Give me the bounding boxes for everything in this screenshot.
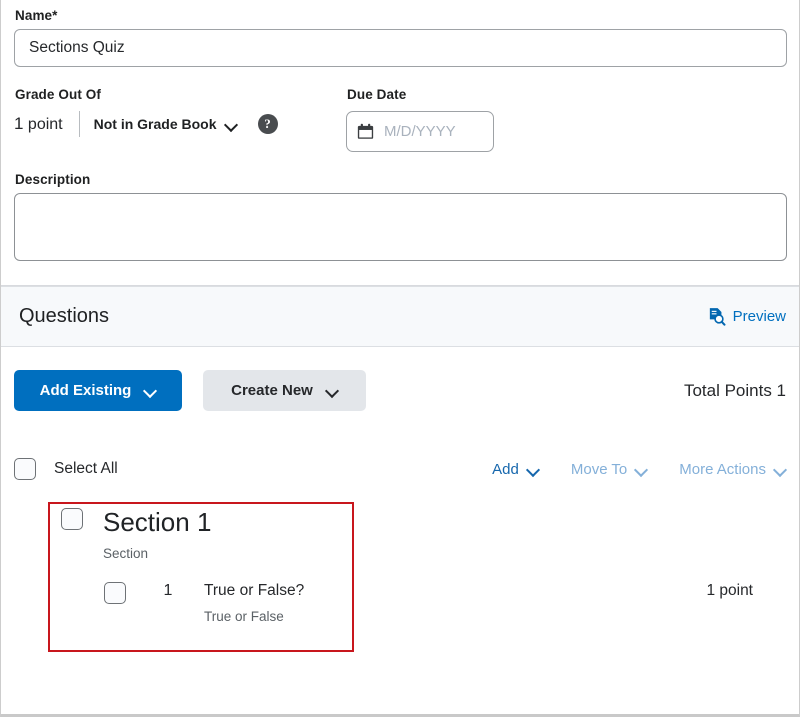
preview-label: Preview bbox=[732, 308, 786, 325]
questions-title: Questions bbox=[19, 305, 110, 327]
quiz-editor-page: Name* Sections Quiz Grade Out Of 1 point… bbox=[0, 0, 800, 717]
description-label: Description bbox=[15, 172, 91, 187]
due-date-placeholder: M/D/YYYY bbox=[384, 123, 456, 140]
chevron-down-icon bbox=[636, 464, 647, 475]
chevron-down-icon bbox=[226, 119, 237, 130]
section-title: Section 1 bbox=[103, 507, 212, 537]
question-toolbar: Add Existing Create New Total Points 1 bbox=[1, 347, 799, 411]
grade-out-of-group: Grade Out Of 1 point Not in Grade Book ? bbox=[14, 87, 346, 152]
chevron-down-icon bbox=[327, 385, 338, 396]
section-text-group: Section 1 Section bbox=[103, 507, 212, 562]
bulk-actions: Add Move To More Actions bbox=[492, 461, 786, 478]
select-all-label: Select All bbox=[54, 460, 118, 477]
grade-and-date-row: Grade Out Of 1 point Not in Grade Book ?… bbox=[14, 87, 786, 152]
chevron-down-icon bbox=[775, 464, 786, 475]
due-date-input[interactable]: M/D/YYYY bbox=[346, 111, 494, 152]
gradebook-dropdown[interactable]: Not in Grade Book bbox=[94, 116, 237, 132]
description-textarea[interactable] bbox=[14, 193, 787, 261]
question-text-group: True or False? True or False bbox=[204, 582, 304, 624]
more-actions-dropdown[interactable]: More Actions bbox=[679, 461, 786, 478]
grade-points-value: 1 point bbox=[14, 114, 63, 134]
create-new-button[interactable]: Create New bbox=[203, 370, 366, 411]
gradebook-dropdown-label: Not in Grade Book bbox=[93, 116, 217, 132]
add-existing-label: Add Existing bbox=[39, 382, 132, 399]
add-dropdown-label: Add bbox=[492, 460, 519, 478]
quiz-name-value: Sections Quiz bbox=[29, 39, 125, 56]
grade-out-of-label: Grade Out Of bbox=[15, 87, 101, 102]
total-points-label: Total Points 1 bbox=[683, 380, 786, 400]
due-date-label: Due Date bbox=[347, 87, 407, 102]
quiz-properties-form: Name* Sections Quiz Grade Out Of 1 point… bbox=[1, 0, 799, 261]
question-title: True or False? bbox=[204, 582, 305, 600]
questions-header-bar: Questions Preview bbox=[1, 286, 799, 347]
select-all-checkbox[interactable] bbox=[14, 458, 36, 480]
add-dropdown[interactable]: Add bbox=[492, 461, 539, 478]
section-item[interactable]: Section 1 Section bbox=[1, 494, 799, 561]
move-to-dropdown[interactable]: Move To bbox=[571, 461, 647, 478]
preview-button[interactable]: Preview bbox=[707, 307, 786, 326]
question-list: Section 1 Section 1 True or False? True … bbox=[1, 494, 799, 652]
chevron-down-icon bbox=[528, 464, 539, 475]
move-to-label: Move To bbox=[570, 460, 628, 478]
add-existing-button[interactable]: Add Existing bbox=[14, 370, 182, 411]
question-type-label: True or False bbox=[204, 609, 284, 625]
create-new-label: Create New bbox=[231, 382, 313, 399]
select-all-row: Select All Add Move To More Actions bbox=[1, 458, 799, 480]
question-points: 1 point bbox=[706, 582, 753, 600]
more-actions-label: More Actions bbox=[679, 460, 766, 478]
quiz-name-input[interactable]: Sections Quiz bbox=[14, 29, 787, 67]
chevron-down-icon bbox=[145, 385, 156, 396]
help-circle-icon[interactable]: ? bbox=[257, 114, 278, 134]
grade-points-number: 1 bbox=[14, 114, 24, 133]
document-search-icon bbox=[709, 308, 726, 326]
required-marker: * bbox=[52, 8, 58, 23]
due-date-group: Due Date M/D/YYYY bbox=[346, 87, 786, 152]
question-number: 1 bbox=[163, 582, 173, 600]
name-field-label: Name* bbox=[15, 8, 786, 23]
name-label-text: Name bbox=[15, 8, 53, 23]
grade-out-of-controls: 1 point Not in Grade Book ? bbox=[14, 111, 346, 137]
question-checkbox[interactable] bbox=[104, 582, 126, 605]
calendar-icon bbox=[357, 123, 374, 139]
section-checkbox[interactable] bbox=[61, 508, 83, 530]
vertical-divider bbox=[78, 111, 80, 137]
help-glyph: ? bbox=[264, 116, 271, 131]
grade-points-unit: point bbox=[27, 116, 63, 133]
question-item[interactable]: 1 True or False? True or False 1 point bbox=[1, 582, 799, 624]
section-type-label: Section bbox=[103, 546, 149, 562]
